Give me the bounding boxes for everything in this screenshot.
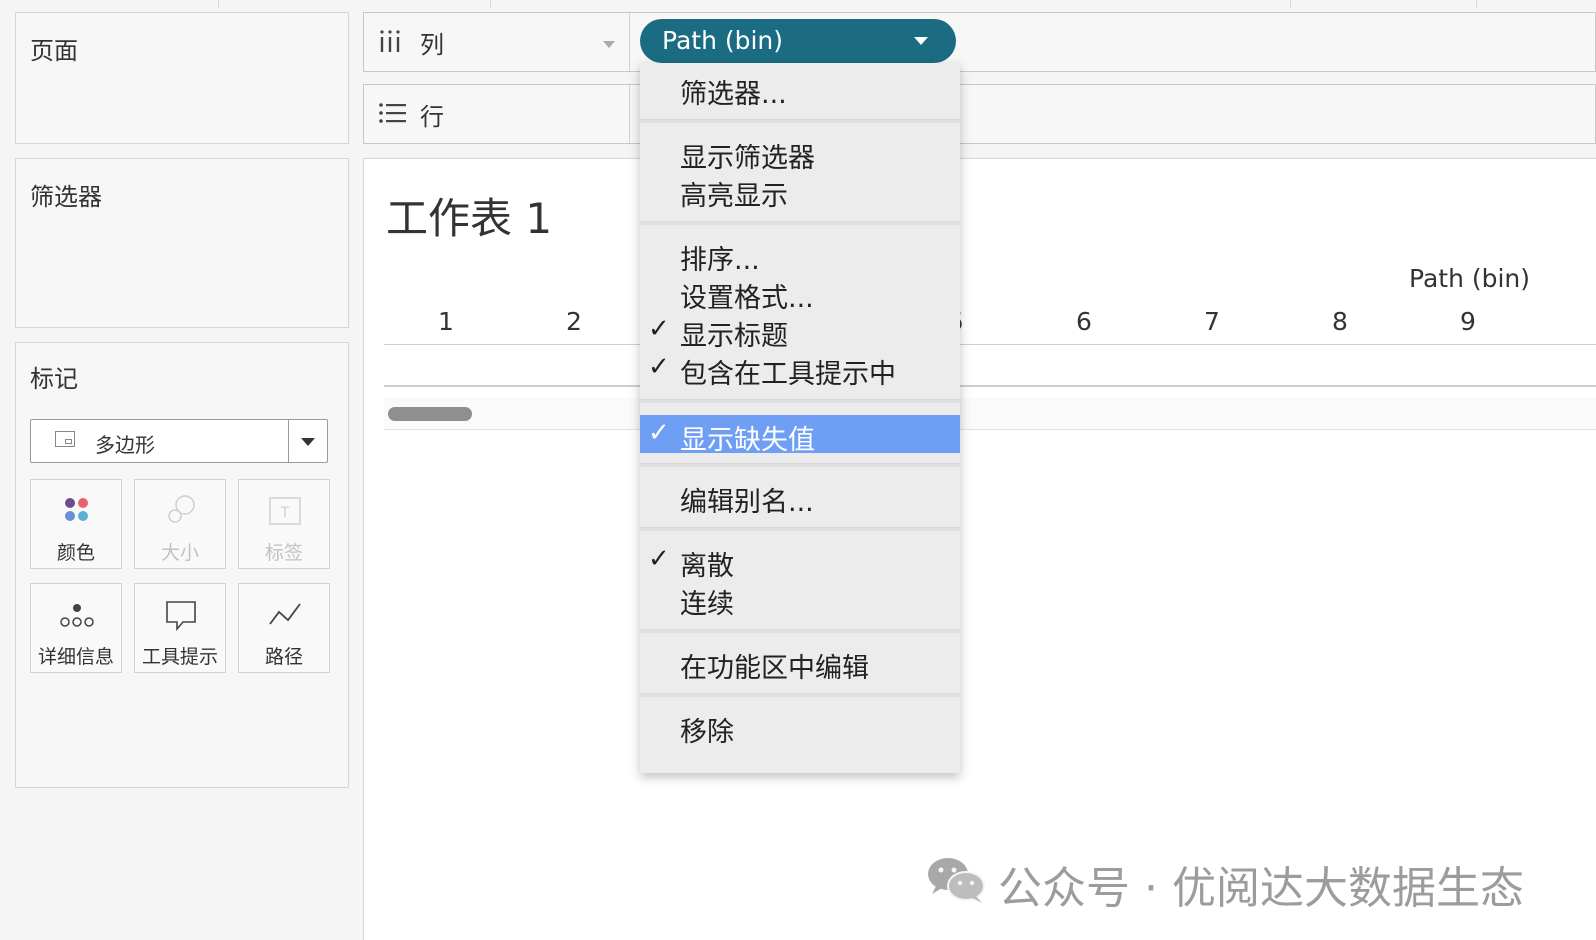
axis-tick-label[interactable]: 8	[1320, 307, 1360, 336]
label-button-label: 标签	[264, 542, 303, 564]
menu-item-show-filter-label: 显示筛选器	[680, 143, 815, 174]
menu-item-edit-in-shelf-label: 在功能区中编辑	[680, 653, 869, 684]
dropdown-separator	[288, 420, 289, 462]
marks-pane-title: 标记	[30, 365, 78, 393]
menu-item-continuous-label: 连续	[680, 589, 734, 620]
menu-item-show-missing-values-label: 显示缺失值	[680, 425, 815, 456]
filters-pane[interactable]: 筛选器	[15, 158, 349, 328]
pages-pane-title: 页面	[30, 37, 78, 65]
pill-label: Path (bin)	[662, 26, 784, 55]
marks-pane: 标记 多边形 颜色 大小 T 标签 详细信息 工具提示 路径	[15, 342, 349, 788]
mark-type-dropdown[interactable]: 多边形	[30, 419, 328, 463]
menu-separator	[640, 463, 960, 467]
header-divider	[384, 344, 1596, 345]
tooltip-icon	[166, 601, 196, 632]
menu-separator	[640, 629, 960, 633]
checkmark-icon: ✓	[648, 352, 670, 382]
path-icon	[269, 603, 301, 625]
menu-item-include-tooltip-label: 包含在工具提示中	[680, 359, 896, 390]
axis-tick-label[interactable]: 1	[426, 307, 466, 336]
checkmark-icon: ✓	[648, 418, 670, 448]
polygon-mark-icon	[55, 431, 75, 447]
sheet-title: 工作表 1	[386, 194, 553, 243]
path-button-label: 路径	[264, 646, 303, 668]
menu-separator	[640, 399, 960, 403]
label-button[interactable]: T 标签	[238, 479, 330, 569]
menu-separator	[640, 119, 960, 123]
pill-dropdown-arrow-icon[interactable]	[914, 37, 928, 45]
menu-item-remove[interactable]: 移除	[640, 707, 960, 748]
menu-item-highlight-label: 高亮显示	[680, 181, 788, 212]
menu-item-discrete[interactable]: ✓ 离散	[640, 541, 960, 582]
path-button[interactable]: 路径	[238, 583, 330, 673]
columns-shelf-arrow-icon	[603, 41, 615, 48]
menu-item-edit-in-shelf[interactable]: 在功能区中编辑	[640, 643, 960, 684]
color-button-label: 颜色	[56, 542, 95, 564]
rows-shelf-text: 行	[420, 103, 444, 131]
axis-tick-label[interactable]: 9	[1448, 307, 1488, 336]
menu-item-edit-alias[interactable]: 编辑别名...	[640, 477, 960, 518]
menu-item-filter-label: 筛选器...	[680, 79, 787, 110]
label-icon: T	[269, 497, 301, 525]
size-button[interactable]: 大小	[134, 479, 226, 569]
scrollbar-thumb[interactable]	[388, 407, 472, 421]
axis-tick-label[interactable]: 7	[1192, 307, 1232, 336]
pane-divider	[384, 385, 1596, 387]
axis-header-title[interactable]: Path (bin)	[1409, 264, 1530, 293]
columns-shelf-text: 列	[420, 31, 444, 59]
menu-item-edit-alias-label: 编辑别名...	[680, 487, 814, 518]
menu-item-show-header[interactable]: ✓ 显示标题	[640, 311, 960, 352]
worksheet-view[interactable]: 工作表 1 Path (bin) 1 2 5 6 7 8 9	[363, 158, 1596, 940]
rows-shelf[interactable]: 行	[363, 84, 1596, 144]
svg-text:T: T	[280, 505, 290, 521]
filters-pane-title: 筛选器	[30, 183, 102, 211]
menu-item-discrete-label: 离散	[680, 551, 734, 582]
columns-shelf[interactable]: 列	[363, 12, 1596, 72]
top-strip	[0, 0, 1596, 8]
menu-item-filter[interactable]: 筛选器...	[640, 69, 960, 110]
color-icon	[65, 498, 88, 521]
detail-button[interactable]: 详细信息	[30, 583, 122, 673]
menu-item-show-missing-values[interactable]: ✓ 显示缺失值	[640, 415, 960, 456]
menu-separator	[640, 527, 960, 531]
pill-context-menu: 筛选器... 显示筛选器 高亮显示 排序... 设置格式... ✓ 显示标题 ✓ 包…	[640, 63, 960, 773]
menu-separator	[640, 221, 960, 225]
watermark-text: 公众号 · 优阅达大数据生态	[998, 863, 1524, 914]
axis-tick-label[interactable]: 2	[554, 307, 594, 336]
menu-item-sort[interactable]: 排序...	[640, 235, 960, 276]
tooltip-button-label: 工具提示	[141, 646, 218, 668]
menu-item-continuous[interactable]: 连续	[640, 579, 960, 620]
menu-item-remove-label: 移除	[680, 717, 734, 748]
checkmark-icon: ✓	[648, 314, 670, 344]
size-icon	[168, 495, 195, 523]
menu-item-include-tooltip[interactable]: ✓ 包含在工具提示中	[640, 349, 960, 390]
menu-item-format[interactable]: 设置格式...	[640, 273, 960, 314]
axis-tick-label[interactable]: 6	[1064, 307, 1104, 336]
rows-icon	[379, 103, 406, 123]
menu-item-sort-label: 排序...	[680, 245, 760, 276]
menu-item-show-filter[interactable]: 显示筛选器	[640, 133, 960, 174]
path-bin-pill[interactable]: Path (bin)	[640, 19, 956, 63]
dropdown-arrow-icon	[301, 438, 315, 446]
checkmark-icon: ✓	[648, 544, 670, 574]
mark-type-label: 多边形	[95, 433, 155, 457]
menu-item-format-label: 设置格式...	[680, 283, 814, 314]
detail-icon	[60, 604, 94, 627]
columns-icon	[380, 30, 400, 52]
size-button-label: 大小	[160, 542, 199, 564]
menu-item-highlight[interactable]: 高亮显示	[640, 171, 960, 212]
columns-shelf-label: 列	[364, 13, 630, 71]
wechat-icon	[928, 858, 985, 903]
detail-button-label: 详细信息	[37, 646, 114, 668]
horizontal-scrollbar[interactable]	[384, 397, 1596, 430]
pages-pane[interactable]: 页面	[15, 12, 349, 144]
menu-separator	[640, 693, 960, 697]
color-button[interactable]: 颜色	[30, 479, 122, 569]
rows-shelf-label: 行	[364, 85, 630, 143]
tooltip-button[interactable]: 工具提示	[134, 583, 226, 673]
menu-item-show-header-label: 显示标题	[680, 321, 788, 352]
